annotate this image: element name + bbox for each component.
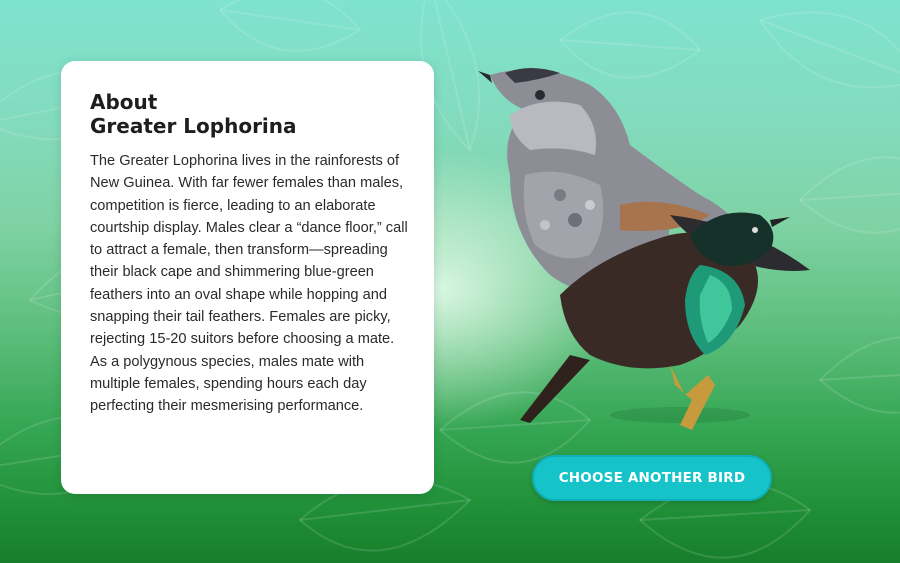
bird-info-title-line1: About: [90, 90, 158, 114]
bird-illustration: [478, 68, 810, 430]
bird-info-card: About Greater Lophorina The Greater Loph…: [61, 61, 434, 494]
bird-info-title: About Greater Lophorina: [90, 90, 410, 138]
choose-another-bird-button[interactable]: CHOOSE ANOTHER BIRD: [532, 455, 772, 501]
bird-info-title-line2: Greater Lophorina: [90, 114, 297, 138]
bird-info-description: The Greater Lophorina lives in the rainf…: [90, 153, 408, 415]
game-scene: About Greater Lophorina The Greater Loph…: [0, 0, 900, 563]
